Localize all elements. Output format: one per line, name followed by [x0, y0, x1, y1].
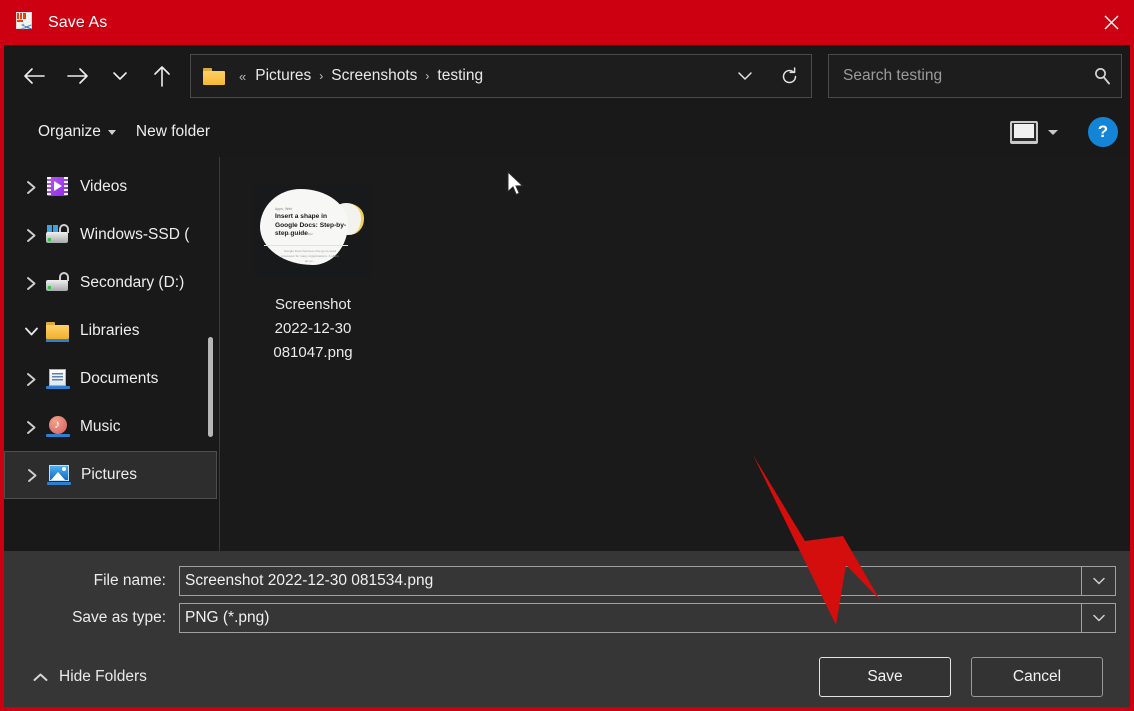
- file-thumbnail: Apps, Web Insert a shape in Google Docs:…: [253, 175, 373, 287]
- documents-icon: [44, 368, 72, 390]
- save-as-type-input[interactable]: [180, 604, 1081, 632]
- chevron-right-icon[interactable]: [18, 180, 44, 195]
- mouse-cursor: [507, 171, 527, 204]
- command-toolbar: Organize New folder ?: [4, 107, 1130, 157]
- address-dropdown-icon[interactable]: [723, 55, 767, 97]
- breadcrumb: « Pictures › Screenshots › testing: [235, 65, 488, 87]
- cancel-label: Cancel: [1013, 668, 1061, 686]
- organize-button[interactable]: Organize: [28, 118, 126, 146]
- pictures-icon: [45, 464, 73, 486]
- save-form: File name: Save as type:: [4, 551, 1130, 707]
- cancel-button[interactable]: Cancel: [971, 657, 1103, 697]
- breadcrumb-item-screenshots[interactable]: Screenshots: [326, 65, 422, 87]
- sidebar-item-pictures[interactable]: Pictures: [4, 451, 217, 499]
- file-name-row: File name:: [4, 565, 1130, 597]
- file-name-label: Screenshot 2022-12-30 081047.png: [254, 293, 372, 365]
- recent-locations-icon[interactable]: [100, 56, 140, 96]
- navigation-pane: Videos Windows-SSD (: [4, 157, 219, 551]
- dialog-frame: « Pictures › Screenshots › testing: [4, 45, 1130, 707]
- organize-label: Organize: [38, 123, 101, 141]
- new-folder-button[interactable]: New folder: [126, 118, 220, 146]
- chevron-down-icon: [108, 130, 116, 135]
- sidebar-item-label: Videos: [80, 178, 127, 196]
- back-icon[interactable]: [12, 56, 56, 96]
- new-folder-label: New folder: [136, 123, 210, 141]
- sidebar-item-label: Music: [80, 418, 120, 436]
- chevron-down-icon[interactable]: [1081, 567, 1115, 595]
- close-icon[interactable]: [1088, 0, 1134, 45]
- title-bar: ✂ Save As: [0, 0, 1134, 45]
- forward-icon[interactable]: [56, 56, 100, 96]
- sidebar-item-label: Secondary (D:): [80, 274, 184, 292]
- search-box[interactable]: [828, 54, 1122, 98]
- chevron-right-icon[interactable]: [18, 420, 44, 435]
- refresh-icon[interactable]: [767, 55, 811, 97]
- file-list-pane[interactable]: Apps, Web Insert a shape in Google Docs:…: [220, 157, 1130, 551]
- window-title: Save As: [48, 14, 107, 32]
- view-dropdown-icon[interactable]: [1048, 130, 1058, 135]
- resize-grip-icon[interactable]: [1114, 706, 1127, 707]
- thumb-kicker: Apps, Web: [275, 207, 292, 211]
- breadcrumb-item-pictures[interactable]: Pictures: [250, 65, 316, 87]
- file-name-combo[interactable]: [179, 566, 1116, 596]
- chevron-right-icon[interactable]: [18, 372, 44, 387]
- sidebar-item-windows-ssd[interactable]: Windows-SSD (: [4, 211, 219, 259]
- dialog-actions: Hide Folders Save Cancel: [4, 639, 1130, 707]
- sidebar-item-label: Pictures: [81, 466, 137, 484]
- sidebar-scrollbar[interactable]: [208, 337, 213, 437]
- chevron-right-icon[interactable]: [19, 468, 45, 483]
- sidebar-item-documents[interactable]: Documents: [4, 355, 219, 403]
- save-label: Save: [867, 668, 902, 686]
- folder-icon: [44, 320, 72, 342]
- breadcrumb-item-testing[interactable]: testing: [432, 65, 488, 87]
- chevron-down-icon[interactable]: [18, 326, 44, 337]
- thumb-body: Google Docs has been the go-to word proc…: [280, 249, 340, 264]
- hide-folders-button[interactable]: Hide Folders: [24, 662, 155, 692]
- save-as-dialog: ✂ Save As: [0, 0, 1134, 711]
- address-bar[interactable]: « Pictures › Screenshots › testing: [190, 54, 812, 98]
- breadcrumb-separator[interactable]: ›: [316, 69, 326, 83]
- chevron-down-icon[interactable]: [1081, 604, 1115, 632]
- save-as-type-combo[interactable]: [179, 603, 1116, 633]
- sidebar-item-secondary-d[interactable]: Secondary (D:): [4, 259, 219, 307]
- content-area: Videos Windows-SSD (: [4, 157, 1130, 551]
- snipping-tool-icon: ✂: [14, 11, 38, 35]
- help-button[interactable]: ?: [1088, 117, 1118, 147]
- sidebar-item-videos[interactable]: Videos: [4, 163, 219, 211]
- sidebar-item-label: Documents: [80, 370, 158, 388]
- chevron-right-icon[interactable]: [18, 228, 44, 243]
- sidebar-item-label: Libraries: [80, 322, 139, 340]
- file-name-input[interactable]: [180, 567, 1081, 595]
- thumb-meta: Hardik • December 30, 2022: [275, 232, 313, 236]
- hide-folders-label: Hide Folders: [59, 668, 147, 686]
- view-layout-icon[interactable]: [1010, 121, 1038, 144]
- sidebar-item-label: Windows-SSD (: [80, 226, 189, 244]
- search-icon[interactable]: [1093, 67, 1111, 85]
- help-label: ?: [1098, 122, 1108, 142]
- chevron-right-icon[interactable]: [18, 276, 44, 291]
- sidebar-item-libraries[interactable]: Libraries: [4, 307, 219, 355]
- save-as-type-row: Save as type:: [4, 602, 1130, 634]
- save-as-type-label-text: Save as type:: [4, 609, 179, 627]
- sidebar-item-music[interactable]: ♪ Music: [4, 403, 219, 451]
- up-icon[interactable]: [140, 56, 184, 96]
- drive-icon: [44, 224, 72, 246]
- videos-icon: [44, 176, 72, 198]
- drive-icon: [44, 272, 72, 294]
- search-input[interactable]: [843, 67, 1093, 85]
- save-button[interactable]: Save: [819, 657, 951, 697]
- folder-icon: [203, 68, 225, 85]
- chevron-up-icon: [32, 672, 49, 683]
- list-item[interactable]: Apps, Web Insert a shape in Google Docs:…: [254, 175, 372, 365]
- navigation-bar: « Pictures › Screenshots › testing: [4, 45, 1130, 107]
- breadcrumb-overflow[interactable]: «: [235, 69, 250, 84]
- file-name-label-text: File name:: [4, 572, 179, 590]
- breadcrumb-separator[interactable]: ›: [422, 69, 432, 83]
- music-icon: ♪: [44, 416, 72, 438]
